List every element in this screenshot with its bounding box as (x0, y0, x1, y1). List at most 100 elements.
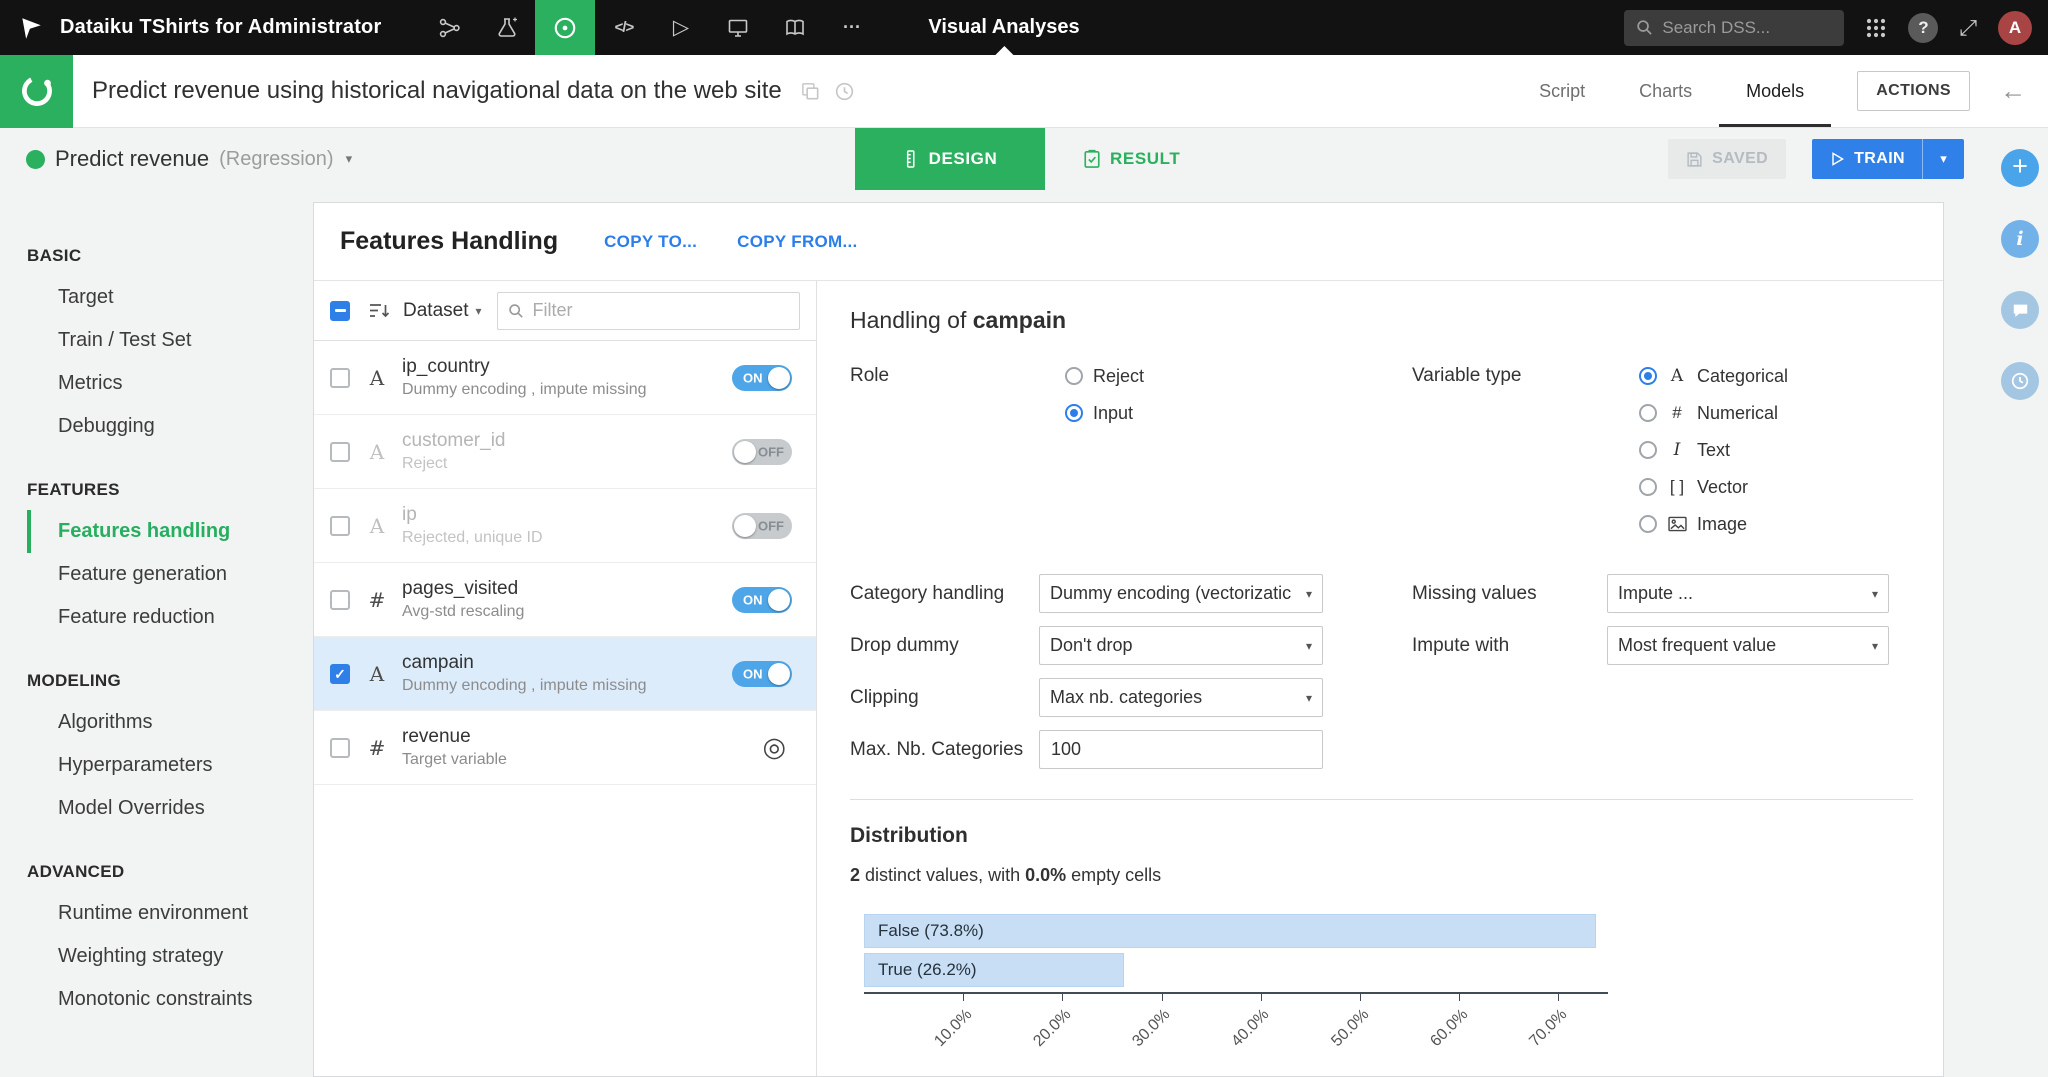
filter-input[interactable] (532, 300, 789, 321)
feature-row[interactable]: A ip_country Dummy encoding , impute mis… (314, 341, 816, 415)
analysis-logo[interactable] (0, 54, 73, 128)
add-button[interactable]: + (2001, 149, 2039, 187)
radio-icon[interactable] (1639, 478, 1657, 496)
feature-toggle[interactable]: ON (732, 660, 792, 687)
sidebar-item-target[interactable]: Target (27, 276, 313, 319)
radio-reject[interactable]: Reject (1065, 364, 1412, 388)
radio-icon[interactable] (1639, 367, 1657, 385)
global-search[interactable] (1624, 9, 1845, 46)
feature-info[interactable]: ip_country Dummy encoding , impute missi… (402, 356, 732, 399)
save-button[interactable]: SAVED (1668, 139, 1787, 179)
timeline-button[interactable] (2001, 362, 2039, 400)
target-icon[interactable]: ◎ (762, 734, 786, 761)
clipping-select[interactable]: Max nb. categories ▾ (1039, 678, 1323, 717)
feature-toggle[interactable]: OFF (732, 438, 792, 465)
feature-toggle[interactable]: ON (732, 586, 792, 613)
sort-icon[interactable] (368, 302, 390, 320)
history-clock-icon[interactable] (834, 81, 855, 102)
radio-input[interactable]: Input (1065, 401, 1412, 425)
more-icon[interactable]: ··· (823, 0, 880, 55)
row-checkbox[interactable] (330, 737, 350, 758)
notebooks-code-icon[interactable]: </> (595, 0, 652, 55)
design-tab[interactable]: DESIGN (855, 128, 1045, 190)
row-checkbox[interactable] (330, 515, 350, 536)
feature-row-selected[interactable]: A campain Dummy encoding , impute missin… (314, 637, 816, 711)
row-checkbox[interactable] (330, 589, 350, 610)
drop-dummy-select[interactable]: Don't drop ▾ (1039, 626, 1323, 665)
radio-numerical[interactable]: # Numerical (1639, 401, 1913, 425)
user-avatar[interactable]: A (1998, 10, 2032, 45)
radio-categorical[interactable]: A Categorical (1639, 364, 1913, 388)
copy-icon[interactable] (800, 81, 821, 102)
copy-to-link[interactable]: COPY TO... (604, 232, 697, 252)
radio-image[interactable]: Image (1639, 512, 1913, 536)
sidebar-item-weighting-strategy[interactable]: Weighting strategy (27, 935, 313, 978)
sidebar-item-algorithms[interactable]: Algorithms (27, 701, 313, 744)
radio-icon[interactable] (1065, 404, 1083, 422)
sidebar-item-metrics[interactable]: Metrics (27, 362, 313, 405)
row-checkbox[interactable] (330, 367, 350, 388)
x-tick-label: 70.0% (1526, 1006, 1571, 1051)
copy-from-link[interactable]: COPY FROM... (737, 232, 857, 252)
info-button[interactable]: i (2001, 220, 2039, 258)
max-categories-input[interactable] (1039, 730, 1323, 769)
sidebar-item-feature-generation[interactable]: Feature generation (27, 553, 313, 596)
feature-info[interactable]: pages_visited Avg-std rescaling (402, 578, 732, 621)
radio-vector[interactable]: [ ] Vector (1639, 475, 1913, 499)
radio-text[interactable]: I Text (1639, 438, 1913, 462)
row-checkbox[interactable] (330, 441, 350, 462)
result-tab[interactable]: RESULT (1083, 149, 1180, 169)
back-arrow-icon[interactable]: ← (2000, 76, 2026, 107)
help-icon[interactable]: ? (1908, 12, 1939, 43)
tab-charts[interactable]: Charts (1612, 55, 1719, 127)
apps-grid-icon[interactable] (1865, 17, 1887, 39)
lab-flask-icon[interactable] (478, 0, 535, 55)
flow-icon[interactable] (421, 0, 478, 55)
category-handling-select[interactable]: Dummy encoding (vectorizatic ▾ (1039, 574, 1323, 613)
sidebar-item-debugging[interactable]: Debugging (27, 405, 313, 448)
discussions-button[interactable] (2001, 291, 2039, 329)
search-input[interactable] (1662, 17, 1833, 38)
sidebar-item-train-test-set[interactable]: Train / Test Set (27, 319, 313, 362)
feature-row[interactable]: A customer_id Reject OFF (314, 415, 816, 489)
external-link-icon[interactable]: ⤢ (1959, 15, 1977, 41)
train-button[interactable]: TRAIN (1812, 139, 1922, 179)
tab-script[interactable]: Script (1512, 55, 1612, 127)
feature-toggle[interactable]: ON (732, 364, 792, 391)
model-selector[interactable]: Predict revenue (Regression) ▾ (26, 128, 352, 190)
actions-button[interactable]: ACTIONS (1857, 71, 1970, 111)
sidebar-item-runtime-environment[interactable]: Runtime environment (27, 892, 313, 935)
wiki-book-icon[interactable] (766, 0, 823, 55)
missing-values-select[interactable]: Impute ... ▾ (1607, 574, 1889, 613)
sidebar-item-model-overrides[interactable]: Model Overrides (27, 787, 313, 830)
feature-info[interactable]: ip Rejected, unique ID (402, 504, 732, 547)
select-all-checkbox[interactable] (330, 300, 350, 321)
feature-row[interactable]: # pages_visited Avg-std rescaling ON (314, 563, 816, 637)
feature-row-target[interactable]: # revenue Target variable ◎ (314, 711, 816, 785)
radio-icon[interactable] (1639, 404, 1657, 422)
radio-icon[interactable] (1639, 441, 1657, 459)
feature-info[interactable]: customer_id Reject (402, 430, 732, 473)
row-checkbox[interactable] (330, 663, 350, 684)
sidebar-item-feature-reduction[interactable]: Feature reduction (27, 596, 313, 639)
tab-models[interactable]: Models (1719, 55, 1832, 127)
visual-analyses-icon[interactable] (535, 0, 596, 55)
feature-info[interactable]: revenue Target variable (402, 726, 762, 769)
section-label[interactable]: Visual Analyses (928, 16, 1079, 39)
feature-info[interactable]: campain Dummy encoding , impute missing (402, 652, 732, 695)
radio-icon[interactable] (1639, 515, 1657, 533)
dataset-dropdown[interactable]: Dataset ▾ (403, 300, 482, 322)
jobs-icon[interactable]: ▷ (652, 0, 709, 55)
filter-box[interactable] (496, 291, 800, 330)
radio-icon[interactable] (1065, 367, 1083, 385)
feature-row[interactable]: A ip Rejected, unique ID OFF (314, 489, 816, 563)
sidebar-item-hyperparameters[interactable]: Hyperparameters (27, 744, 313, 787)
project-title[interactable]: Dataiku TShirts for Administrator (60, 16, 381, 39)
feature-toggle[interactable]: OFF (732, 512, 792, 539)
sidebar-item-monotonic-constraints[interactable]: Monotonic constraints (27, 978, 313, 1021)
automation-monitor-icon[interactable] (709, 0, 766, 55)
train-dropdown-button[interactable]: ▾ (1922, 139, 1964, 179)
sidebar-item-features-handling[interactable]: Features handling (27, 510, 313, 553)
impute-with-select[interactable]: Most frequent value ▾ (1607, 626, 1889, 665)
dataiku-logo-icon[interactable] (16, 13, 46, 43)
